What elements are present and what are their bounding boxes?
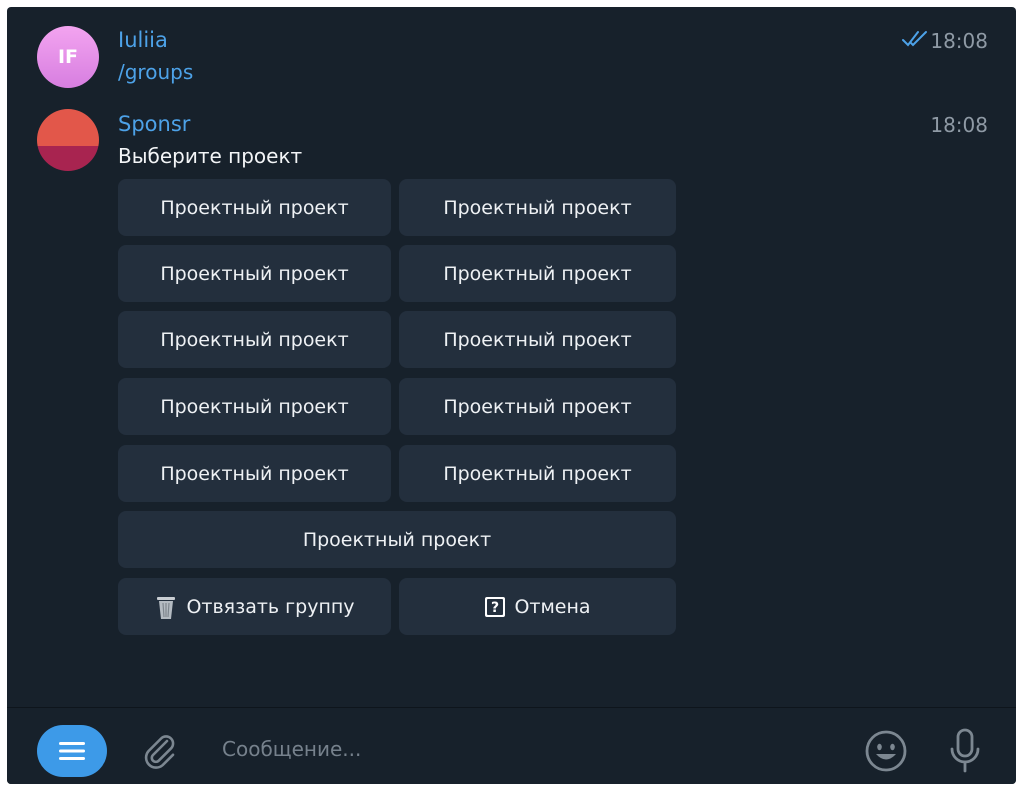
keyboard-button-project[interactable]: Проектный проект (118, 245, 391, 302)
message-time: 18:08 (930, 29, 988, 53)
cancel-button[interactable]: ? Отмена (399, 578, 676, 635)
keyboard-button-project[interactable]: Проектный проект (118, 445, 391, 502)
sender-name[interactable]: Sponsr (118, 112, 190, 136)
keyboard-button-project[interactable]: Проектный проект (118, 179, 391, 236)
message-text[interactable]: /groups (118, 60, 193, 84)
trash-icon (154, 594, 178, 620)
question-box-icon: ? (484, 596, 506, 618)
bot-menu-button[interactable] (37, 725, 107, 777)
smiley-icon (865, 730, 907, 772)
keyboard-button-project[interactable]: Проектный проект (118, 311, 391, 368)
avatar-initials: IF (57, 46, 79, 68)
double-check-icon (902, 31, 927, 47)
keyboard-button-project[interactable]: Проектный проект (399, 445, 676, 502)
keyboard-button-project[interactable]: Проектный проект (118, 511, 676, 568)
menu-icon (59, 742, 85, 760)
avatar[interactable]: IF (37, 26, 99, 88)
cancel-label: Отмена (514, 595, 591, 618)
unlink-group-label: Отвязать группу (186, 595, 355, 618)
message-composer: Сообщение... (7, 707, 1016, 784)
keyboard-button-project[interactable]: Проектный проект (399, 378, 676, 435)
microphone-icon (950, 728, 980, 773)
keyboard-button-project[interactable]: Проектный проект (399, 311, 676, 368)
avatar[interactable] (37, 109, 99, 171)
chat-window: IF Iuliia /groups 18:08 Sponsr Выберите … (7, 7, 1016, 784)
keyboard-button-project[interactable]: Проектный проект (399, 245, 676, 302)
sender-name[interactable]: Iuliia (118, 28, 168, 52)
message-time: 18:08 (930, 113, 988, 137)
emoji-button[interactable] (863, 728, 909, 774)
svg-text:?: ? (491, 600, 499, 616)
message-text: Выберите проект (118, 144, 303, 168)
unlink-group-button[interactable]: Отвязать группу (118, 578, 391, 635)
attach-button[interactable] (138, 728, 180, 772)
message-input[interactable]: Сообщение... (222, 737, 361, 761)
keyboard-button-project[interactable]: Проектный проект (399, 179, 676, 236)
voice-button[interactable] (945, 726, 985, 776)
keyboard-button-project[interactable]: Проектный проект (118, 378, 391, 435)
paperclip-icon (144, 735, 175, 769)
